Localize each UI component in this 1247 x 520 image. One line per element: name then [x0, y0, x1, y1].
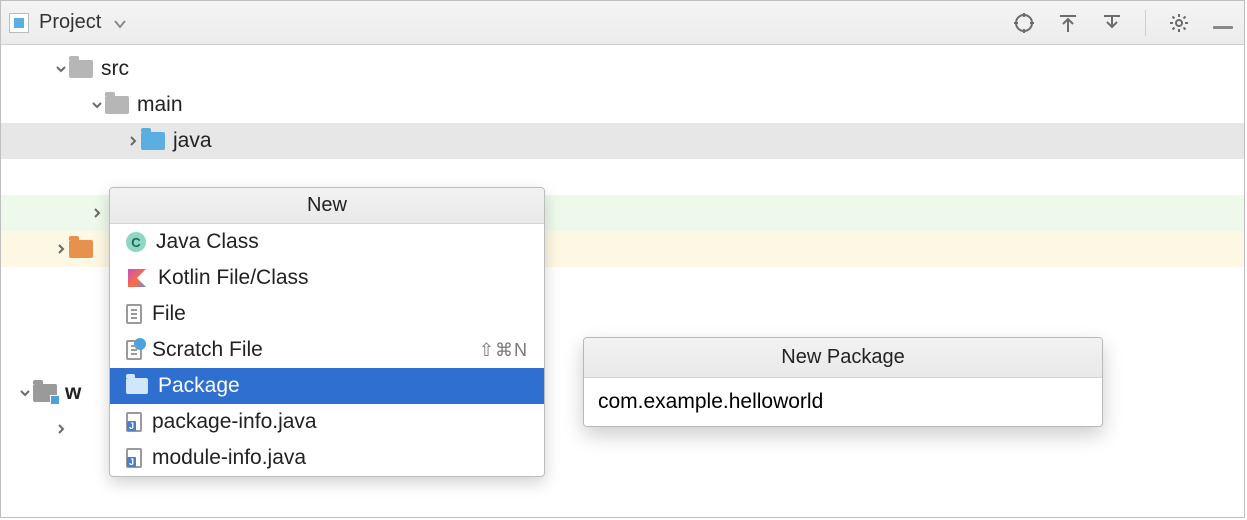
menu-item-label: Package	[158, 374, 240, 398]
scratch-file-icon	[126, 340, 142, 360]
tree-node-label: src	[101, 57, 129, 81]
menu-item-package-info[interactable]: J package-info.java	[110, 404, 544, 440]
menu-item-label: Kotlin File/Class	[158, 266, 309, 290]
chevron-right-icon[interactable]	[125, 135, 141, 147]
menu-item-label: File	[152, 302, 186, 326]
menu-item-label: module-info.java	[152, 446, 306, 470]
folder-icon	[69, 240, 93, 258]
tree-node-main[interactable]: main	[1, 87, 1244, 123]
dropdown-arrow-icon[interactable]	[113, 11, 127, 35]
tree-node-src[interactable]: src	[1, 51, 1244, 87]
locate-icon[interactable]	[1011, 10, 1037, 36]
kotlin-icon	[126, 267, 148, 289]
project-view-icon[interactable]	[9, 13, 29, 33]
tree-node-label: main	[137, 93, 183, 117]
new-context-menu: New C Java Class Kotlin File/Class File …	[109, 187, 545, 477]
toolbar-divider	[1145, 10, 1146, 36]
java-file-icon: J	[126, 448, 142, 468]
module-folder-icon	[33, 384, 57, 402]
class-icon: C	[126, 232, 146, 252]
chevron-down-icon[interactable]	[17, 387, 33, 399]
tool-window-header: Project	[1, 1, 1244, 45]
dialog-title: New Package	[584, 338, 1102, 378]
new-package-dialog: New Package	[583, 337, 1103, 427]
menu-item-file[interactable]: File	[110, 296, 544, 332]
chevron-right-icon[interactable]	[89, 207, 105, 219]
tree-node-java[interactable]: java	[1, 123, 1244, 159]
tree-node-label: w	[65, 381, 81, 405]
menu-item-label: Scratch File	[152, 338, 263, 362]
file-icon	[126, 304, 142, 324]
chevron-right-icon[interactable]	[53, 423, 69, 435]
context-menu-title: New	[110, 188, 544, 224]
folder-icon	[69, 60, 93, 78]
java-file-icon: J	[126, 412, 142, 432]
expand-all-icon[interactable]	[1055, 10, 1081, 36]
menu-item-shortcut: ⇧⌘N	[479, 340, 528, 361]
folder-icon	[105, 96, 129, 114]
menu-item-java-class[interactable]: C Java Class	[110, 224, 544, 260]
collapse-all-icon[interactable]	[1099, 10, 1125, 36]
menu-item-label: Java Class	[156, 230, 259, 254]
menu-item-label: package-info.java	[152, 410, 317, 434]
menu-item-module-info[interactable]: J module-info.java	[110, 440, 544, 476]
package-name-input[interactable]	[584, 378, 1102, 426]
package-icon	[126, 378, 148, 394]
hide-icon[interactable]	[1210, 10, 1236, 36]
menu-item-scratch-file[interactable]: Scratch File ⇧⌘N	[110, 332, 544, 368]
menu-item-kotlin-file[interactable]: Kotlin File/Class	[110, 260, 544, 296]
menu-item-package[interactable]: Package	[110, 368, 544, 404]
chevron-right-icon[interactable]	[53, 243, 69, 255]
project-tool-window: Project	[0, 0, 1245, 518]
gear-icon[interactable]	[1166, 10, 1192, 36]
chevron-down-icon[interactable]	[89, 99, 105, 111]
source-folder-icon	[141, 132, 165, 150]
tool-window-title: Project	[39, 11, 101, 34]
chevron-down-icon[interactable]	[53, 63, 69, 75]
tree-node-label: java	[173, 129, 212, 153]
